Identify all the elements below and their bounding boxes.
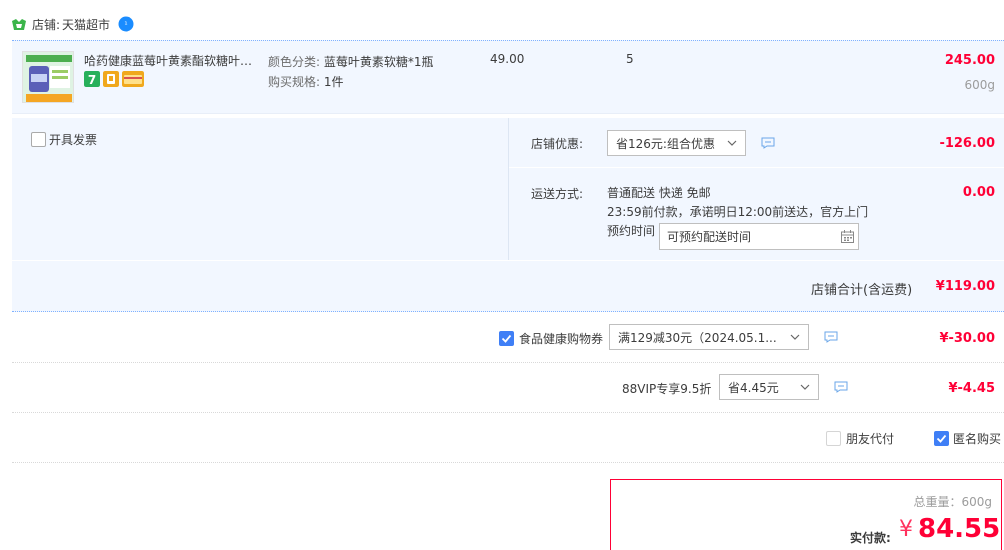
shop-discount-label: 店铺优惠: [531,137,584,151]
authentic-guarantee-icon [103,71,119,87]
friend-pay-checkbox[interactable] [826,431,841,446]
invoice-checkbox[interactable] [31,132,46,147]
chevron-down-icon [800,384,810,390]
item-subtotal: 245.00 [944,53,995,68]
invoice-label: 开具发票 [49,133,98,147]
anonymous-label: 匿名购买 [953,432,1002,446]
coupon-checkbox[interactable] [499,331,514,346]
sku-info: 颜色分类: 蓝莓叶黄素软糖*1瓶 购买规格: 1件 [268,52,434,92]
service-badges: 7 [84,71,144,87]
chat-wangwang-icon[interactable]: ¹ [118,16,134,32]
vip-amount: ¥-4.45 [948,381,995,396]
coupon-amount: ¥-30.00 [939,331,995,346]
order-options-row: 朋友代付 匿名购买 [12,413,1004,463]
invoice-option[interactable]: 开具发票 [28,131,97,148]
calendar-icon[interactable] [841,230,854,243]
unit-price: 49.00 [490,52,525,66]
message-icon[interactable] [824,331,838,343]
divider [508,118,509,260]
coupon-select-value: 满129减30元（2024.05.1... [618,330,777,345]
svg-text:7: 7 [88,73,96,87]
shop-discount-select-value: 省126元:组合优惠 [616,136,715,151]
pay-label: 实付款: [850,531,891,545]
coupon-option[interactable]: 食品健康购物券 [499,330,603,347]
coupon-label: 食品健康购物券 [519,332,604,346]
coupon-select[interactable]: 满129减30元（2024.05.1... [609,324,809,350]
shop-label: 店铺: [32,17,61,32]
pay-amount: 84.55 [918,514,1001,544]
check-icon [501,334,512,343]
credit-card-icon [122,71,144,87]
reserve-time-input[interactable]: 可预约配送时间 [659,223,859,250]
shop-service-panel: 开具发票 店铺优惠: 省126元:组合优惠 -126.00 运送方式: 普通配送… [12,118,1004,312]
payment-summary: 总重量：600g 实付款: ¥ 84.55 [610,479,1002,550]
order-item-row: 哈药健康蓝莓叶黄素酯软糖叶黄素酯软糖 7 颜色分类: 蓝莓叶黄素软糖*1瓶 购买… [12,40,1004,114]
sku-color-label: 颜色分类: [268,55,321,69]
check-icon [936,434,947,443]
chevron-down-icon [790,334,800,340]
seven-day-return-icon: 7 [84,71,100,87]
anonymous-checkbox[interactable] [934,431,949,446]
shipping-method: 普通配送 快递 免邮 [607,186,711,200]
product-thumbnail[interactable] [22,51,74,103]
reserve-time-placeholder: 可预约配送时间 [667,230,752,244]
shipping-promise: 23:59前付款，承诺明日12:00前送达，官方上门 [607,205,869,219]
divider [509,167,1004,168]
sku-color-value: 蓝莓叶黄素软糖*1瓶 [323,55,434,69]
vip-select[interactable]: 省4.45元 [719,374,819,400]
shop-total-value: ¥119.00 [935,279,995,294]
sku-spec-value: 1件 [323,75,344,89]
friend-pay-label: 朋友代付 [846,432,895,446]
anonymous-option[interactable]: 匿名购买 [934,430,1001,447]
item-weight: 600g [964,78,995,92]
shop-discount-select[interactable]: 省126元:组合优惠 [607,130,746,156]
quantity: 5 [626,52,634,66]
chevron-down-icon [727,140,737,146]
total-weight: 总重量：600g [913,495,992,509]
vip-select-value: 省4.45元 [728,380,779,395]
shop-total-label: 店铺合计(含运费) [811,283,913,298]
shop-name-link[interactable]: 天猫超市 [62,16,110,33]
shop-discount-amount: -126.00 [939,136,995,151]
shop-header: 店铺: 天猫超市 ¹ [12,14,134,34]
shop-icon [12,18,26,30]
message-icon[interactable] [834,381,848,393]
currency-symbol: ¥ [899,517,913,542]
product-title-link[interactable]: 哈药健康蓝莓叶黄素酯软糖叶黄素酯软糖 [84,52,264,69]
svg-text:¹: ¹ [124,20,127,29]
sku-spec-label: 购买规格: [268,75,321,89]
friend-pay-option[interactable]: 朋友代付 [826,430,894,447]
vip-row: 88VIP专享9.5折 省4.45元 ¥-4.45 [12,363,1004,413]
message-icon[interactable] [761,137,775,149]
vip-label: 88VIP专享9.5折 [622,382,712,396]
divider [12,260,1004,261]
shipping-fee: 0.00 [962,185,995,200]
coupon-row: 食品健康购物券 满129减30元（2024.05.1... ¥-30.00 [12,313,1004,363]
shipping-label: 运送方式: [531,187,584,201]
